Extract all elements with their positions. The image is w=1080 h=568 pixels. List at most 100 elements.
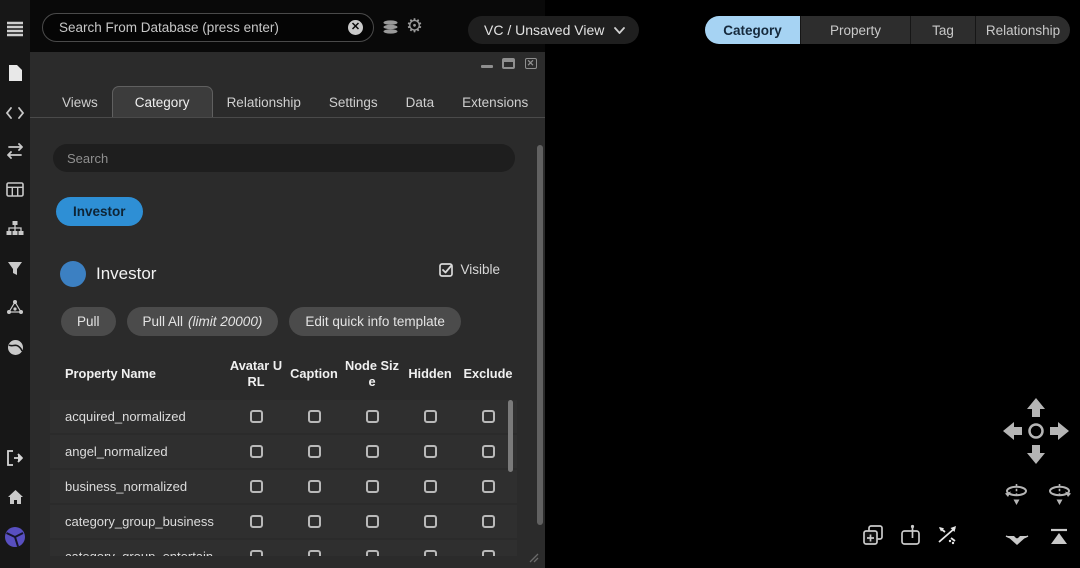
node-size-checkbox[interactable]: [366, 410, 379, 423]
node-size-checkbox[interactable]: [366, 445, 379, 458]
swap-arrows-icon[interactable]: [0, 138, 30, 164]
filter-icon[interactable]: [0, 255, 30, 281]
chip-label: Investor: [73, 204, 126, 219]
gear-icon[interactable]: ⚙: [406, 17, 423, 36]
col-node-size: Node Size: [343, 358, 401, 390]
table-scrollbar[interactable]: [508, 400, 513, 472]
hidden-checkbox[interactable]: [424, 550, 437, 556]
settings-panel: ✕ ⚙ VC / Unsaved View ✕ Views Category R…: [30, 0, 545, 568]
category-color-avatar[interactable]: [60, 261, 86, 287]
ascend-icon[interactable]: [1047, 528, 1071, 546]
col-caption: Caption: [285, 366, 343, 382]
edit-quick-info-label: Edit quick info template: [305, 314, 445, 329]
exclude-checkbox[interactable]: [482, 445, 495, 458]
database-icon[interactable]: [382, 20, 399, 39]
node-size-checkbox[interactable]: [366, 515, 379, 528]
home-icon[interactable]: [0, 484, 30, 510]
hidden-checkbox[interactable]: [424, 410, 437, 423]
col-property-name: Property Name: [50, 366, 227, 381]
segment-tag[interactable]: Tag: [910, 16, 975, 44]
maximize-button[interactable]: [502, 58, 515, 69]
exclude-checkbox[interactable]: [482, 480, 495, 493]
pull-all-limit-note: (limit 20000): [188, 314, 262, 329]
rotate-right-icon[interactable]: [1046, 480, 1073, 507]
tab-category[interactable]: Category: [112, 86, 213, 118]
close-button[interactable]: ✕: [524, 58, 537, 69]
logout-icon[interactable]: [0, 445, 30, 471]
row-property-name: business_normalized: [50, 479, 227, 494]
caption-checkbox[interactable]: [308, 515, 321, 528]
pull-button[interactable]: Pull: [61, 307, 116, 336]
node-size-checkbox[interactable]: [366, 480, 379, 493]
hidden-checkbox[interactable]: [424, 480, 437, 493]
row-property-name: acquired_normalized: [50, 409, 227, 424]
network-icon[interactable]: [0, 294, 30, 320]
rotate-controls: [1003, 480, 1073, 507]
caption-checkbox[interactable]: [308, 410, 321, 423]
duplicate-plus-icon[interactable]: [862, 524, 884, 546]
checked-checkbox-icon: [439, 263, 453, 277]
avatar-url-checkbox[interactable]: [250, 410, 263, 423]
database-search-input[interactable]: [59, 20, 348, 35]
segment-property[interactable]: Property: [800, 16, 910, 44]
avatar-url-checkbox[interactable]: [250, 445, 263, 458]
category-search-input[interactable]: [67, 151, 501, 166]
row-property-name: category_group_business: [50, 514, 227, 529]
table-row: angel_normalized: [50, 435, 517, 468]
table-header-row: Property Name Avatar URL Caption Node Si…: [50, 352, 517, 396]
hidden-checkbox[interactable]: [424, 445, 437, 458]
pan-left-icon: [1003, 422, 1022, 440]
pan-dpad[interactable]: [1001, 396, 1071, 466]
pull-button-label: Pull: [77, 314, 100, 329]
window-controls: ✕: [480, 58, 537, 69]
category-title: Investor: [96, 264, 156, 284]
hidden-checkbox[interactable]: [424, 515, 437, 528]
tab-relationship[interactable]: Relationship: [213, 87, 315, 118]
segment-relationship[interactable]: Relationship: [975, 16, 1070, 44]
tab-settings[interactable]: Settings: [315, 87, 392, 118]
pan-right-icon: [1050, 422, 1069, 440]
node-size-checkbox[interactable]: [366, 550, 379, 556]
graph-canvas[interactable]: Category Property Tag Relationship: [545, 0, 1080, 568]
clear-icon[interactable]: ✕: [348, 20, 363, 35]
minimize-button[interactable]: [480, 58, 493, 69]
row-property-name: category_group_entertain: [50, 549, 227, 556]
pull-all-button[interactable]: Pull All (limit 20000): [127, 307, 279, 336]
globe-icon[interactable]: [0, 334, 30, 360]
panel-scrollbar[interactable]: [537, 145, 543, 525]
pull-all-button-label: Pull All: [143, 314, 184, 329]
avatar-url-checkbox[interactable]: [250, 480, 263, 493]
caption-checkbox[interactable]: [308, 550, 321, 556]
app-logo[interactable]: [0, 524, 30, 550]
resize-handle[interactable]: [529, 553, 539, 563]
exclude-checkbox[interactable]: [482, 515, 495, 528]
table-icon[interactable]: [0, 176, 30, 202]
scatter-icon[interactable]: [936, 524, 960, 546]
category-chip-investor[interactable]: Investor: [56, 197, 143, 226]
category-header: Investor Visible: [60, 258, 520, 290]
tab-extensions[interactable]: Extensions: [448, 87, 542, 118]
tab-data[interactable]: Data: [392, 87, 449, 118]
document-icon[interactable]: [0, 60, 30, 86]
visible-toggle[interactable]: Visible: [439, 262, 500, 277]
hierarchy-icon[interactable]: [0, 215, 30, 241]
hamburger-icon[interactable]: [0, 16, 30, 42]
edit-quick-info-button[interactable]: Edit quick info template: [289, 307, 461, 336]
view-selector[interactable]: VC / Unsaved View: [468, 16, 639, 44]
app-root: ✕ ⚙ VC / Unsaved View ✕ Views Category R…: [0, 0, 1080, 568]
caption-checkbox[interactable]: [308, 445, 321, 458]
code-icon[interactable]: [0, 100, 30, 126]
col-exclude: Exclude: [459, 366, 517, 382]
tab-divider: [30, 117, 545, 118]
avatar-url-checkbox[interactable]: [250, 515, 263, 528]
caption-checkbox[interactable]: [308, 480, 321, 493]
table-body: acquired_normalized angel_normalized: [50, 400, 517, 556]
exclude-checkbox[interactable]: [482, 550, 495, 556]
descend-icon[interactable]: [1004, 530, 1030, 546]
exclude-checkbox[interactable]: [482, 410, 495, 423]
rotate-left-icon[interactable]: [1003, 480, 1030, 507]
tab-views[interactable]: Views: [48, 87, 112, 118]
save-view-icon[interactable]: [899, 524, 923, 546]
segment-category[interactable]: Category: [705, 16, 800, 44]
avatar-url-checkbox[interactable]: [250, 550, 263, 556]
